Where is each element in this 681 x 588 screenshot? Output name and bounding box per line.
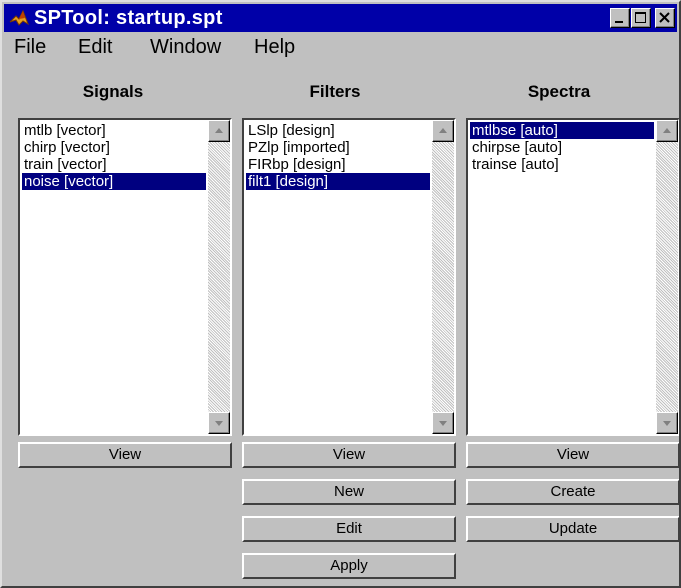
minimize-icon [615, 21, 623, 23]
spectra-update-button[interactable]: Update [466, 516, 679, 542]
spectra-create-button[interactable]: Create [466, 479, 679, 505]
window-title: SPTool: startup.spt [34, 7, 223, 29]
spectra-scrollbar[interactable] [656, 120, 678, 434]
sptool-window: SPTool: startup.spt File Edit Window Hel… [0, 0, 681, 588]
signal-item-noise[interactable]: noise [vector] [22, 173, 206, 190]
matlab-logo-icon [9, 9, 29, 26]
spectra-header: Spectra [527, 82, 591, 101]
filters-new-button[interactable]: New [242, 479, 456, 505]
arrow-down-icon [663, 421, 671, 426]
filters-edit-button[interactable]: Edit [242, 516, 456, 542]
close-button[interactable] [655, 8, 675, 28]
arrow-up-icon [215, 128, 223, 133]
spectrum-item-chirpse[interactable]: chirpse [auto] [470, 139, 654, 156]
menu-help[interactable]: Help [254, 36, 295, 58]
arrow-down-icon [439, 421, 447, 426]
spectra-listbox[interactable]: mtlbse [auto] chirpse [auto] trainse [au… [466, 118, 679, 436]
maximize-button[interactable] [631, 8, 651, 28]
menu-edit[interactable]: Edit [78, 36, 112, 58]
spectrum-item-mtlbse[interactable]: mtlbse [auto] [470, 122, 654, 139]
signals-view-button[interactable]: View [18, 442, 232, 468]
signals-listbox[interactable]: mtlb [vector] chirp [vector] train [vect… [18, 118, 232, 436]
signal-item-train[interactable]: train [vector] [22, 156, 206, 173]
menu-bar: File Edit Window Help [4, 34, 677, 60]
minimize-button[interactable] [610, 8, 630, 28]
spectra-scroll-up-button[interactable] [656, 120, 678, 142]
filter-item-pzlp[interactable]: PZlp [imported] [246, 139, 430, 156]
arrow-up-icon [663, 128, 671, 133]
spectra-scroll-down-button[interactable] [656, 412, 678, 434]
menu-window[interactable]: Window [150, 36, 221, 58]
filters-scrollbar[interactable] [432, 120, 454, 434]
signals-scroll-down-button[interactable] [208, 412, 230, 434]
filters-apply-button[interactable]: Apply [242, 553, 456, 579]
spectra-view-button[interactable]: View [466, 442, 679, 468]
arrow-down-icon [215, 421, 223, 426]
filters-header: Filters [309, 82, 361, 101]
signals-header: Signals [82, 82, 144, 101]
filters-listbox[interactable]: LSlp [design] PZlp [imported] FIRbp [des… [242, 118, 456, 436]
close-icon [659, 12, 670, 23]
signals-scroll-up-button[interactable] [208, 120, 230, 142]
menu-file[interactable]: File [14, 36, 46, 58]
filters-scroll-down-button[interactable] [432, 412, 454, 434]
filter-item-lslp[interactable]: LSlp [design] [246, 122, 430, 139]
signals-scrollbar[interactable] [208, 120, 230, 434]
signal-item-chirp[interactable]: chirp [vector] [22, 139, 206, 156]
filter-item-firbp[interactable]: FIRbp [design] [246, 156, 430, 173]
filters-scroll-up-button[interactable] [432, 120, 454, 142]
maximize-icon [635, 12, 646, 23]
title-bar[interactable]: SPTool: startup.spt [4, 4, 677, 32]
spectrum-item-trainse[interactable]: trainse [auto] [470, 156, 654, 173]
arrow-up-icon [439, 128, 447, 133]
filters-view-button[interactable]: View [242, 442, 456, 468]
signal-item-mtlb[interactable]: mtlb [vector] [22, 122, 206, 139]
filter-item-filt1[interactable]: filt1 [design] [246, 173, 430, 190]
